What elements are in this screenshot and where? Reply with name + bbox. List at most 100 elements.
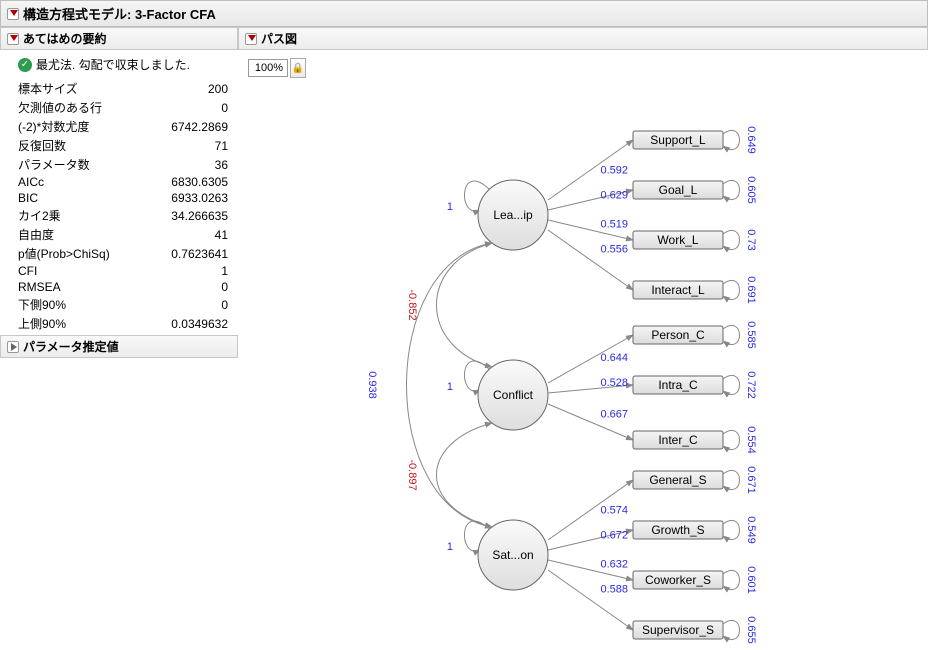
observed-label: Supervisor_S	[642, 623, 714, 637]
observed-label: Goal_L	[659, 183, 698, 197]
stat-value: 6742.2869	[148, 117, 228, 136]
stat-label: パラメータ数	[18, 155, 148, 174]
stat-label: BIC	[18, 190, 148, 206]
converged-text: 最尤法. 勾配で収束しました.	[36, 56, 190, 73]
loading-value: 0.667	[601, 409, 629, 421]
stat-label: 標本サイズ	[18, 79, 148, 98]
fit-summary-header[interactable]: あてはめの要約	[0, 27, 238, 50]
path-diagram-title: パス図	[261, 30, 297, 47]
loading-value: 0.556	[601, 244, 629, 256]
loading-value: 0.574	[601, 505, 629, 517]
observed-label: General_S	[649, 473, 706, 487]
covariance-value: 0.938	[366, 371, 378, 399]
observed-label: Work_L	[657, 233, 698, 247]
stat-label: カイ2乗	[18, 206, 148, 225]
covariance-value: -0.852	[406, 289, 418, 320]
latent-variance: 1	[447, 201, 453, 213]
stat-label: CFI	[18, 263, 148, 279]
table-row: 反復回数71	[18, 136, 228, 155]
check-icon: ✓	[18, 58, 32, 72]
stat-label: AICc	[18, 174, 148, 190]
table-row: 下側90%0	[18, 295, 228, 314]
table-row: BIC6933.0263	[18, 190, 228, 206]
error-variance: 0.73	[745, 229, 757, 250]
table-row: カイ2乗34.266635	[18, 206, 228, 225]
stat-label: 反復回数	[18, 136, 148, 155]
loading-value: 0.672	[601, 530, 629, 542]
latent-variance: 1	[447, 541, 453, 553]
observed-label: Coworker_S	[645, 573, 711, 587]
disclosure-icon[interactable]	[245, 33, 257, 45]
error-variance: 0.554	[745, 426, 757, 454]
stat-value: 0	[148, 98, 228, 117]
stat-value: 34.266635	[148, 206, 228, 225]
converged-status: ✓ 最尤法. 勾配で収束しました.	[18, 56, 228, 73]
loading-value: 0.592	[601, 165, 629, 177]
stat-value: 71	[148, 136, 228, 155]
error-variance: 0.549	[745, 516, 757, 544]
stat-value: 36	[148, 155, 228, 174]
path-diagram-header[interactable]: パス図	[238, 27, 928, 50]
latent-label: Conflict	[493, 388, 534, 402]
loading-value: 0.519	[601, 219, 629, 231]
stat-label: 上側90%	[18, 314, 148, 333]
page-title: 構造方程式モデル: 3-Factor CFA	[23, 4, 216, 23]
stat-value: 41	[148, 225, 228, 244]
observed-label: Interact_L	[651, 283, 705, 297]
table-row: 上側90%0.0349632	[18, 314, 228, 333]
latent-variance: 1	[447, 381, 453, 393]
fit-summary-body: ✓ 最尤法. 勾配で収束しました. 標本サイズ200欠測値のある行0(-2)*対…	[0, 50, 238, 335]
latent-label: Lea...ip	[493, 208, 533, 222]
table-row: CFI1	[18, 263, 228, 279]
error-variance: 0.649	[745, 126, 757, 154]
loading-value: 0.632	[601, 559, 629, 571]
stat-value: 0	[148, 295, 228, 314]
disclosure-icon[interactable]	[7, 33, 19, 45]
covariance-value: -0.897	[406, 459, 418, 490]
disclosure-icon[interactable]	[7, 8, 19, 20]
stat-label: p値(Prob>ChiSq)	[18, 244, 148, 263]
stat-value: 0	[148, 279, 228, 295]
disclosure-icon[interactable]	[7, 341, 19, 353]
sem-diagram-svg: 1 Lea...ip 1 Conflict 1 Sat...on 0.938 -0.852 -0…	[238, 50, 928, 650]
main-title-bar: 構造方程式モデル: 3-Factor CFA	[0, 0, 928, 27]
stat-label: 下側90%	[18, 295, 148, 314]
error-variance: 0.655	[745, 616, 757, 644]
fit-summary-title: あてはめの要約	[23, 30, 107, 47]
stat-label: 自由度	[18, 225, 148, 244]
stat-value: 6830.6305	[148, 174, 228, 190]
stat-label: 欠測値のある行	[18, 98, 148, 117]
loading-value: 0.629	[601, 190, 629, 202]
table-row: 標本サイズ200	[18, 79, 228, 98]
stat-value: 1	[148, 263, 228, 279]
latent-label: Sat...on	[492, 548, 533, 562]
table-row: 欠測値のある行0	[18, 98, 228, 117]
stat-label: (-2)*対数尤度	[18, 117, 148, 136]
table-row: p値(Prob>ChiSq)0.7623641	[18, 244, 228, 263]
observed-label: Support_L	[650, 133, 706, 147]
path-diagram-canvas[interactable]: 100% 🔒	[238, 50, 928, 650]
stat-label: RMSEA	[18, 279, 148, 295]
table-row: AICc6830.6305	[18, 174, 228, 190]
table-row: RMSEA0	[18, 279, 228, 295]
stat-value: 200	[148, 79, 228, 98]
table-row: 自由度41	[18, 225, 228, 244]
fit-stats-table: 標本サイズ200欠測値のある行0(-2)*対数尤度6742.2869反復回数71…	[18, 79, 228, 333]
error-variance: 0.671	[745, 466, 757, 494]
observed-label: Intra_C	[658, 378, 698, 392]
error-variance: 0.722	[745, 371, 757, 399]
loading-value: 0.588	[601, 584, 629, 596]
observed-label: Inter_C	[658, 433, 698, 447]
observed-label: Person_C	[651, 328, 705, 342]
table-row: (-2)*対数尤度6742.2869	[18, 117, 228, 136]
error-variance: 0.585	[745, 321, 757, 349]
observed-label: Growth_S	[651, 523, 704, 537]
error-variance: 0.601	[745, 566, 757, 594]
param-estimates-header[interactable]: パラメータ推定値	[0, 335, 238, 358]
stat-value: 0.7623641	[148, 244, 228, 263]
stat-value: 0.0349632	[148, 314, 228, 333]
stat-value: 6933.0263	[148, 190, 228, 206]
error-variance: 0.605	[745, 176, 757, 204]
error-variance: 0.691	[745, 276, 757, 304]
table-row: パラメータ数36	[18, 155, 228, 174]
